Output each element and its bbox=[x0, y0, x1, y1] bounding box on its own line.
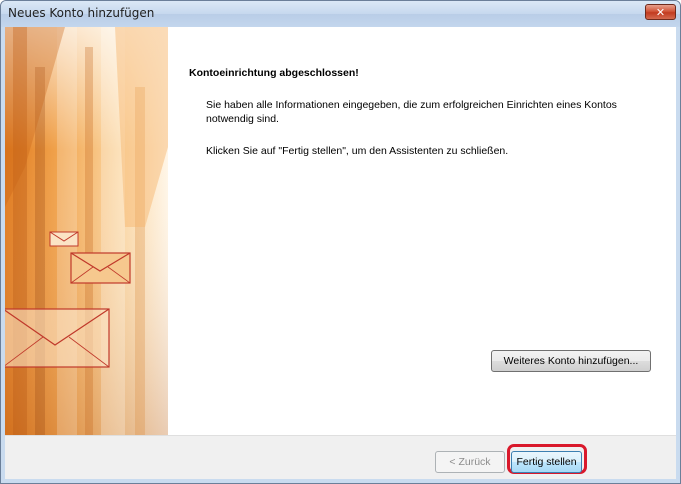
dialog-window: Neues Konto hinzufügen ✕ Kontoeinrichtun… bbox=[0, 0, 681, 484]
close-button[interactable]: ✕ bbox=[645, 4, 676, 20]
envelope-medium-icon bbox=[70, 252, 131, 284]
add-another-account-button[interactable]: Weiteres Konto hinzufügen... bbox=[491, 350, 651, 372]
back-button[interactable]: < Zurück bbox=[435, 451, 505, 473]
wizard-content: Kontoeinrichtung abgeschlossen! Sie habe… bbox=[5, 27, 676, 436]
window-title: Neues Konto hinzufügen bbox=[8, 6, 155, 20]
dialog-client-area: Kontoeinrichtung abgeschlossen! Sie habe… bbox=[5, 27, 676, 479]
title-bar[interactable]: Neues Konto hinzufügen ✕ bbox=[1, 1, 680, 27]
envelope-small-icon bbox=[49, 231, 79, 247]
instruction-text: Klicken Sie auf "Fertig stellen", um den… bbox=[206, 145, 509, 157]
banner-artwork bbox=[5, 27, 168, 435]
close-icon: ✕ bbox=[655, 6, 666, 19]
envelope-large-icon bbox=[5, 308, 110, 368]
page-heading: Kontoeinrichtung abgeschlossen! bbox=[189, 67, 359, 79]
info-text: Sie haben alle Informationen eingegeben,… bbox=[206, 99, 617, 125]
finish-button[interactable]: Fertig stellen bbox=[511, 451, 582, 473]
wizard-banner-image bbox=[5, 27, 168, 435]
